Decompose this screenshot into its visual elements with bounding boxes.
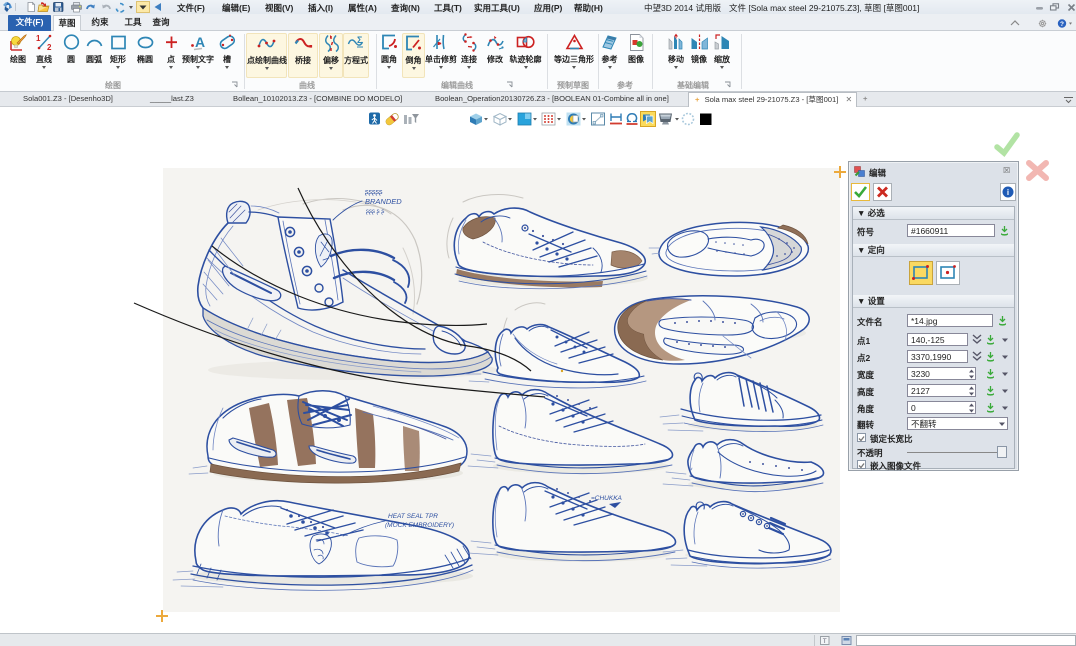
svg-text:?: ? [1060, 21, 1064, 28]
svg-text:A: A [195, 34, 205, 50]
svg-text:1: 1 [36, 34, 41, 43]
svg-text:T: T [823, 638, 827, 645]
svg-text:2: 2 [47, 43, 52, 52]
svg-text:i: i [1007, 188, 1009, 197]
svg-text:Σ: Σ [357, 35, 363, 45]
